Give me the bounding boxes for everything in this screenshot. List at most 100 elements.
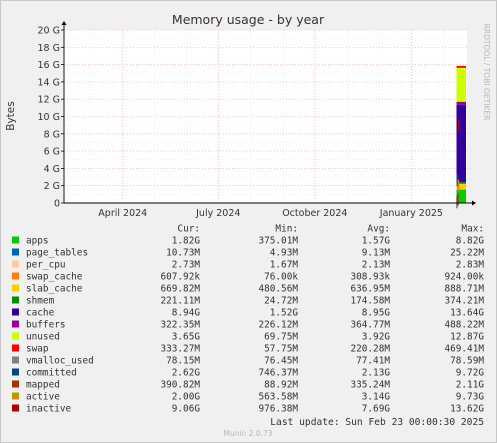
- legend-value-min: 1.52G: [270, 308, 299, 319]
- legend-value-max: 2.11G: [456, 380, 485, 391]
- last-update: Last update: Sun Feb 23 00:00:30 2025: [270, 417, 484, 428]
- legend-value-max: 9.73G: [456, 392, 485, 403]
- x-tick-label: October 2024: [282, 208, 347, 219]
- y-tick-label: 2 G: [44, 181, 60, 192]
- legend-swatch-inactive: [12, 404, 19, 412]
- legend-value-max: 924.00k: [444, 272, 484, 283]
- legend-name: page_tables: [26, 248, 88, 259]
- area-unused: [456, 67, 466, 102]
- legend-value-min: 4.93M: [270, 248, 299, 259]
- y-axis-label: Bytes: [5, 101, 17, 130]
- legend-swatch-committed: [12, 368, 19, 376]
- legend-header: Min:: [275, 224, 298, 235]
- legend-name: vmalloc_used: [26, 356, 94, 367]
- legend-value-max: 25.22M: [450, 248, 484, 259]
- x-axis-arrow: [472, 200, 476, 206]
- y-tick-labels: 0 2 G 4 G 6 G 8 G 10 G 12 G 14 G 16 G 18 G 20 G: [38, 26, 60, 210]
- legend-value-cur: 78.15M: [166, 356, 200, 367]
- legend-name: unused: [26, 332, 60, 343]
- legend-header: Max:: [461, 224, 484, 235]
- y-tick-label: 14 G: [38, 77, 60, 88]
- y-tick-label: 12 G: [38, 95, 60, 106]
- legend-value-cur: 2.62G: [172, 368, 201, 379]
- legend-value-max: 2.83M: [456, 260, 485, 271]
- legend-value-cur: 8.94G: [172, 308, 201, 319]
- legend-value-min: 69.75M: [264, 332, 298, 343]
- x-tick-label: April 2024: [98, 208, 147, 219]
- legend-swatch-buffers: [12, 320, 19, 328]
- legend-header: Avg:: [367, 224, 390, 235]
- y-axis-arrow: [61, 21, 67, 25]
- legend-value-avg: 335.24M: [350, 380, 390, 391]
- x-tick-labels: April 2024 July 2024 October 2024 January 2…: [98, 208, 443, 219]
- legend-value-cur: 221.11M: [160, 296, 200, 307]
- legend-value-cur: 9.06G: [172, 404, 201, 415]
- x-tick-label: January 2025: [379, 208, 443, 219]
- legend-swatch-slab_cache: [12, 284, 19, 292]
- legend-name: apps: [26, 236, 49, 247]
- legend-value-avg: 636.95M: [350, 284, 390, 295]
- legend-value-max: 13.62G: [450, 404, 484, 415]
- legend-name: swap: [26, 344, 49, 355]
- area-cache: [456, 104, 466, 183]
- legend-value-max: 12.87G: [450, 332, 484, 343]
- legend-value-avg: 3.92G: [362, 332, 391, 343]
- legend-value-min: 563.58M: [258, 392, 298, 403]
- legend-name: committed: [26, 368, 77, 379]
- area-buffers: [456, 101, 466, 105]
- y-tick-label: 8 G: [44, 129, 60, 140]
- legend-value-min: 57.75M: [264, 344, 298, 355]
- legend-name: active: [26, 392, 60, 403]
- y-tick-label: 18 G: [38, 43, 60, 54]
- x-tick-label: July 2024: [195, 208, 240, 219]
- legend-value-avg: 2.13G: [362, 368, 391, 379]
- legend-header: Cur:: [177, 224, 200, 235]
- y-tick-label: 20 G: [38, 26, 60, 37]
- legend-name: cache: [26, 308, 55, 319]
- legend-value-cur: 1.82G: [172, 236, 201, 247]
- y-tick-label: 16 G: [38, 60, 60, 71]
- legend-value-max: 13.64G: [450, 308, 484, 319]
- legend-value-min: 76.45M: [264, 356, 298, 367]
- legend-value-max: 888.71M: [444, 284, 484, 295]
- memory-usage-chart: Memory usage - by year Bytes RRDTOOL / T…: [5, 12, 491, 438]
- legend-value-min: 226.12M: [258, 320, 298, 331]
- legend-value-max: 469.41M: [444, 344, 484, 355]
- legend-value-cur: 2.73M: [172, 260, 201, 271]
- legend-table: Cur: Min: Avg: Max: apps 1.82G 375.01M 1.57G 8.8…: [12, 224, 484, 415]
- legend-value-min: 375.01M: [258, 236, 298, 247]
- legend-name: swap_cache: [26, 272, 83, 283]
- legend-name: shmem: [26, 296, 55, 307]
- legend-swatch-swap_cache: [12, 272, 19, 280]
- legend-value-avg: 1.57G: [362, 236, 391, 247]
- legend-value-avg: 2.13M: [362, 260, 391, 271]
- legend-value-min: 76.00k: [264, 272, 298, 283]
- legend-value-max: 374.21M: [444, 296, 484, 307]
- legend-value-max: 8.82G: [456, 236, 485, 247]
- y-tick-label: 6 G: [44, 147, 60, 158]
- rrdtool-credit: RRDTOOL / TOBI OETIKER: [482, 24, 491, 121]
- legend-name: per_cpu: [26, 260, 66, 271]
- legend-name: mapped: [26, 380, 60, 391]
- legend-swatch-mapped: [12, 380, 19, 388]
- legend-value-cur: 607.92k: [160, 272, 200, 283]
- legend-value-avg: 3.14G: [362, 392, 391, 403]
- legend-value-cur: 10.73M: [166, 248, 200, 259]
- chart-title: Memory usage - by year: [172, 12, 325, 27]
- legend-value-max: 78.59M: [450, 356, 484, 367]
- legend-name: inactive: [26, 404, 72, 415]
- legend-value-max: 9.72G: [456, 368, 485, 379]
- legend-value-cur: 322.35M: [160, 320, 200, 331]
- legend-value-min: 24.72M: [264, 296, 298, 307]
- legend-swatch-per_cpu: [12, 260, 19, 268]
- legend-value-min: 1.67M: [270, 260, 299, 271]
- series-marks: [456, 65, 466, 209]
- legend-value-avg: 8.95G: [362, 308, 391, 319]
- legend-swatch-shmem: [12, 296, 19, 304]
- y-tick-label: 4 G: [44, 164, 60, 175]
- legend-swatch-swap: [12, 344, 19, 352]
- legend-value-avg: 77.41M: [356, 356, 390, 367]
- legend-name: buffers: [26, 320, 66, 331]
- legend-value-max: 488.22M: [444, 320, 484, 331]
- legend-value-avg: 220.28M: [350, 344, 390, 355]
